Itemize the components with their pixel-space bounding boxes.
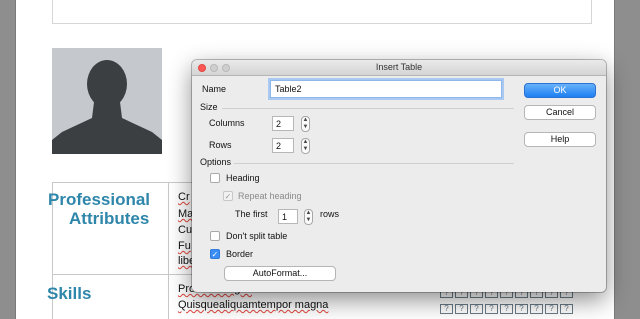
dialog-title: Insert Table <box>375 62 423 72</box>
rows-suffix-label: rows <box>320 209 340 219</box>
missing-glyph-icon: ? <box>485 304 498 314</box>
columns-label: Columns <box>209 118 245 128</box>
the-first-label: The first <box>235 209 268 219</box>
repeat-rows-stepper[interactable]: ▲ ▼ <box>304 209 313 225</box>
border-label: Border <box>226 249 254 259</box>
stepper-down-icon[interactable]: ▼ <box>302 146 309 153</box>
dont-split-table-label: Don't split table <box>226 231 288 241</box>
repeat-rows-field[interactable]: 1 <box>278 209 298 224</box>
person-silhouette-icon <box>52 48 162 154</box>
repeat-heading-checkbox[interactable]: ✓ <box>223 191 233 201</box>
columns-field[interactable]: 2 <box>272 116 294 131</box>
name-label: Name <box>202 84 227 94</box>
rating-glyph-row: ? ? ? ? ? ? ? ? ? <box>440 304 573 314</box>
missing-glyph-icon: ? <box>455 304 468 314</box>
table-name-input[interactable] <box>270 80 502 98</box>
border-checkbox[interactable]: ✓ <box>210 249 220 259</box>
heading-label: Heading <box>226 173 260 183</box>
missing-glyph-icon: ? <box>560 304 573 314</box>
doc-text-line: Ma <box>178 208 194 220</box>
cancel-button[interactable]: Cancel <box>524 105 596 120</box>
section-title-attributes: Attributes <box>69 209 150 228</box>
missing-glyph-icon: ? <box>440 304 453 314</box>
dont-split-table-checkbox[interactable] <box>210 231 220 241</box>
section-title-professional: Professional <box>48 190 151 209</box>
autoformat-button[interactable]: AutoFormat... <box>224 266 336 281</box>
options-section-label: Options <box>200 157 232 167</box>
ok-button[interactable]: OK <box>524 83 596 98</box>
table-border <box>168 182 169 319</box>
stepper-up-icon[interactable]: ▲ <box>305 210 312 217</box>
help-button[interactable]: Help <box>524 132 596 147</box>
doc-text-line: Cr <box>178 191 190 203</box>
repeat-heading-label: Repeat heading <box>238 191 302 201</box>
size-separator <box>222 108 514 109</box>
doc-text-line: Cu <box>178 224 193 236</box>
options-separator <box>234 163 514 164</box>
missing-glyph-icon: ? <box>515 304 528 314</box>
stepper-down-icon[interactable]: ▼ <box>302 124 309 131</box>
doc-text-line: Fu <box>178 240 191 252</box>
missing-glyph-icon: ? <box>500 304 513 314</box>
columns-stepper[interactable]: ▲ ▼ <box>301 116 310 132</box>
profile-photo-placeholder <box>52 48 162 154</box>
missing-glyph-icon: ? <box>545 304 558 314</box>
rows-field[interactable]: 2 <box>272 138 294 153</box>
size-section-label: Size <box>200 102 218 112</box>
stepper-up-icon[interactable]: ▲ <box>302 117 309 124</box>
stepper-up-icon[interactable]: ▲ <box>302 139 309 146</box>
header-table-cell <box>52 0 592 24</box>
missing-glyph-icon: ? <box>470 304 483 314</box>
stepper-down-icon[interactable]: ▼ <box>305 217 312 224</box>
doc-text-line: Quisquealiquamtempor magna <box>178 299 329 311</box>
section-title-skills: Skills <box>47 284 92 303</box>
missing-glyph-icon: ? <box>530 304 543 314</box>
dialog-titlebar[interactable]: Insert Table <box>192 60 606 76</box>
heading-checkbox[interactable] <box>210 173 220 183</box>
rows-stepper[interactable]: ▲ ▼ <box>301 138 310 154</box>
rows-label: Rows <box>209 140 232 150</box>
insert-table-dialog: Insert Table Name Size Columns 2 ▲ ▼ Row… <box>192 60 606 292</box>
